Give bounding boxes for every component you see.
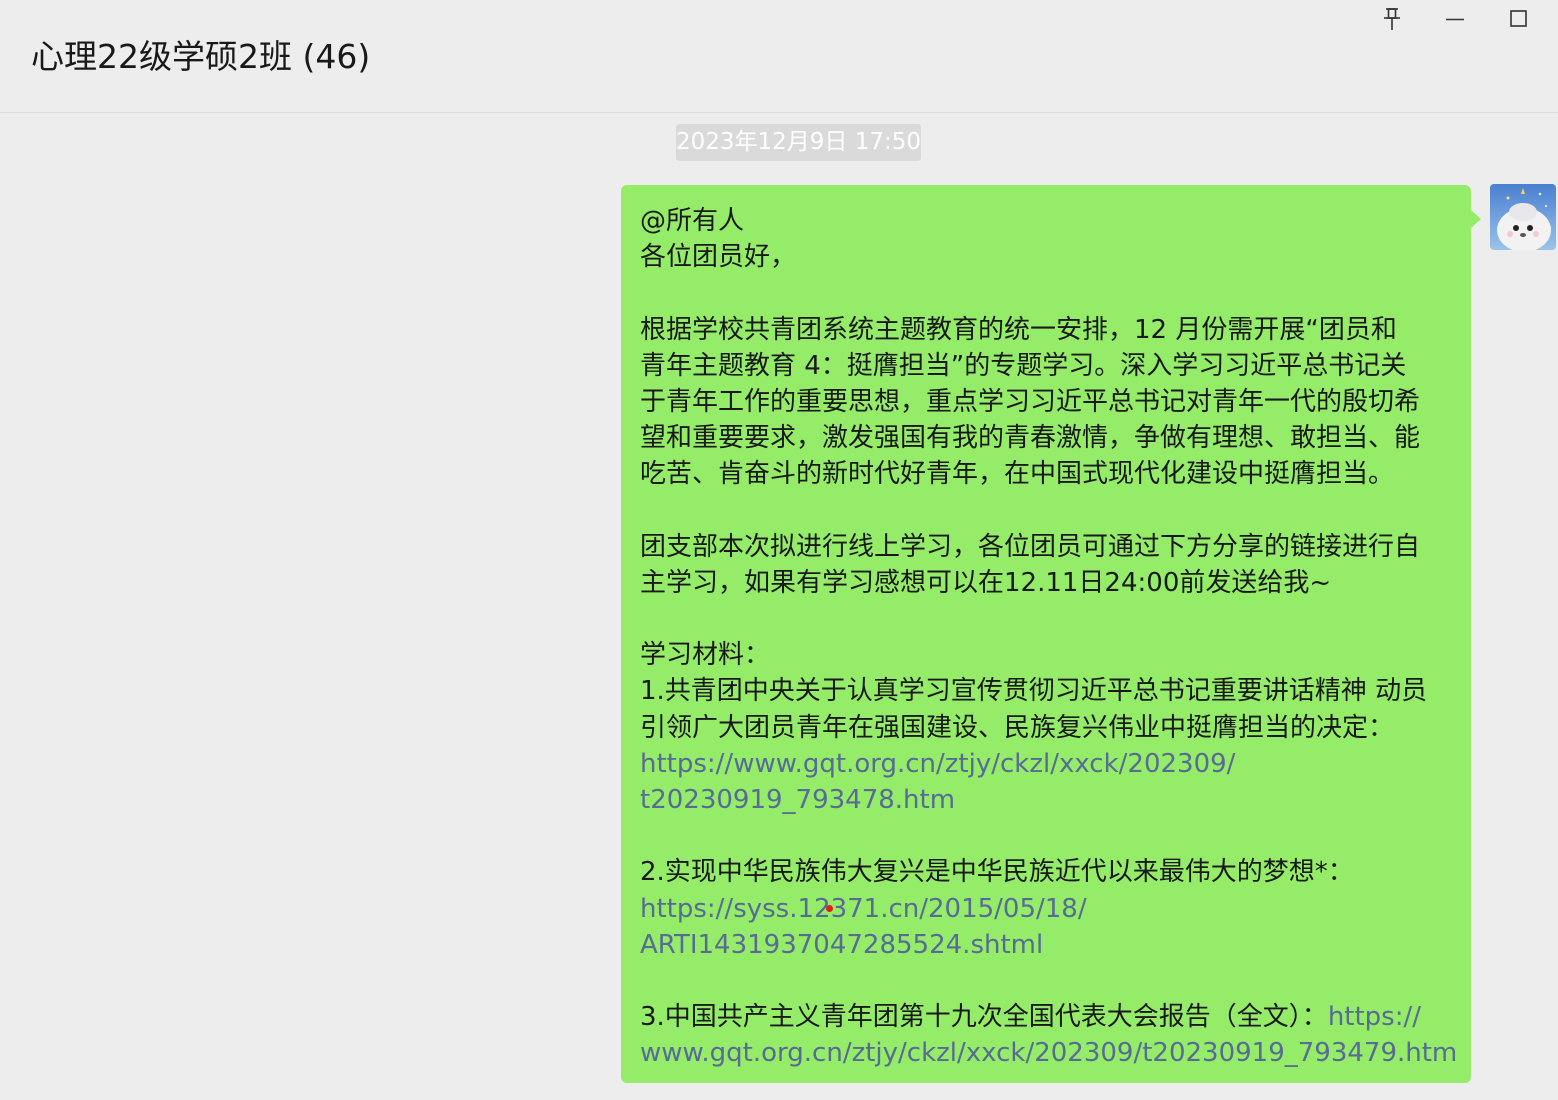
message-text-line: 吃苦、肯奋斗的新时代好青年，在中国式现代化建设中挺膺担当。: [640, 459, 1395, 490]
message-text-line: 主学习，如果有学习感想可以在12.11日24:00前发送给我~: [640, 567, 1332, 598]
material-3-link[interactable]: https://: [1328, 1002, 1421, 1032]
material-3-line: 3.中国共产主义青年团第十九次全国代表大会报告（全文）：https://: [640, 999, 1459, 1035]
material-1-title: 1.共青团中央关于认真学习宣传贯彻习近平总书记重要讲话精神 动员: [640, 676, 1428, 707]
message-timestamp: 2023年12月9日 17:50: [676, 124, 921, 161]
message-text-line: 望和重要要求，激发强国有我的青春激情，争做有理想、敢担当、能: [640, 423, 1421, 454]
material-2-title: 2.实现中华民族伟大复兴是中华民族近代以来最伟大的梦想*：: [640, 857, 1354, 888]
minimize-button[interactable]: [1427, 0, 1483, 40]
pin-button[interactable]: [1364, 0, 1420, 40]
message-text-line: 根据学校共青团系统主题教育的统一安排，12 月份需开展“团员和: [640, 314, 1397, 345]
material-3-title: 3.中国共产主义青年团第十九次全国代表大会报告（全文）：: [640, 1002, 1328, 1033]
material-2-link[interactable]: https://syss.12371.cn/2015/05/18/: [640, 891, 1459, 927]
pin-icon: [1384, 8, 1400, 30]
red-dot-marker: [826, 905, 833, 912]
greeting-line: 各位团员好，: [640, 242, 797, 273]
materials-heading: 学习材料：: [640, 640, 771, 671]
minimize-icon: [1446, 18, 1464, 21]
material-3-link[interactable]: www.gqt.org.cn/ztjy/ckzl/xxck/202309/t20…: [640, 1035, 1459, 1071]
material-1-link[interactable]: t20230919_793478.htm: [640, 782, 1459, 818]
message-text-line: 团支部本次拟进行线上学习，各位团员可通过下方分享的链接进行自: [640, 531, 1421, 562]
material-1-link[interactable]: https://www.gqt.org.cn/ztjy/ckzl/xxck/20…: [640, 746, 1459, 782]
material-2-link[interactable]: ARTI1431937047285524.shtml: [640, 927, 1459, 963]
message-text-line: 青年主题教育 4：挺膺担当”的专题学习。深入学习习近平总书记关: [640, 350, 1407, 381]
material-1-title: 引领广大团员青年在强国建设、民族复兴伟业中挺膺担当的决定：: [640, 712, 1395, 743]
maximize-button[interactable]: [1490, 0, 1546, 40]
chat-header: 心理22级学硕2班 (46): [0, 0, 1558, 113]
message-bubble[interactable]: @所有人 各位团员好， 根据学校共青团系统主题教育的统一安排，12 月份需开展“…: [621, 185, 1471, 1083]
avatar[interactable]: [1490, 184, 1556, 250]
avatar-image: [1490, 184, 1556, 250]
bubble-tail: [1470, 209, 1481, 229]
maximize-icon: [1510, 10, 1527, 27]
message-text-line: 于青年工作的重要思想，重点学习习近平总书记对青年一代的殷切希: [640, 386, 1421, 417]
mention-line: @所有人: [640, 206, 745, 236]
chat-title: 心理22级学硕2班 (46): [31, 37, 371, 76]
